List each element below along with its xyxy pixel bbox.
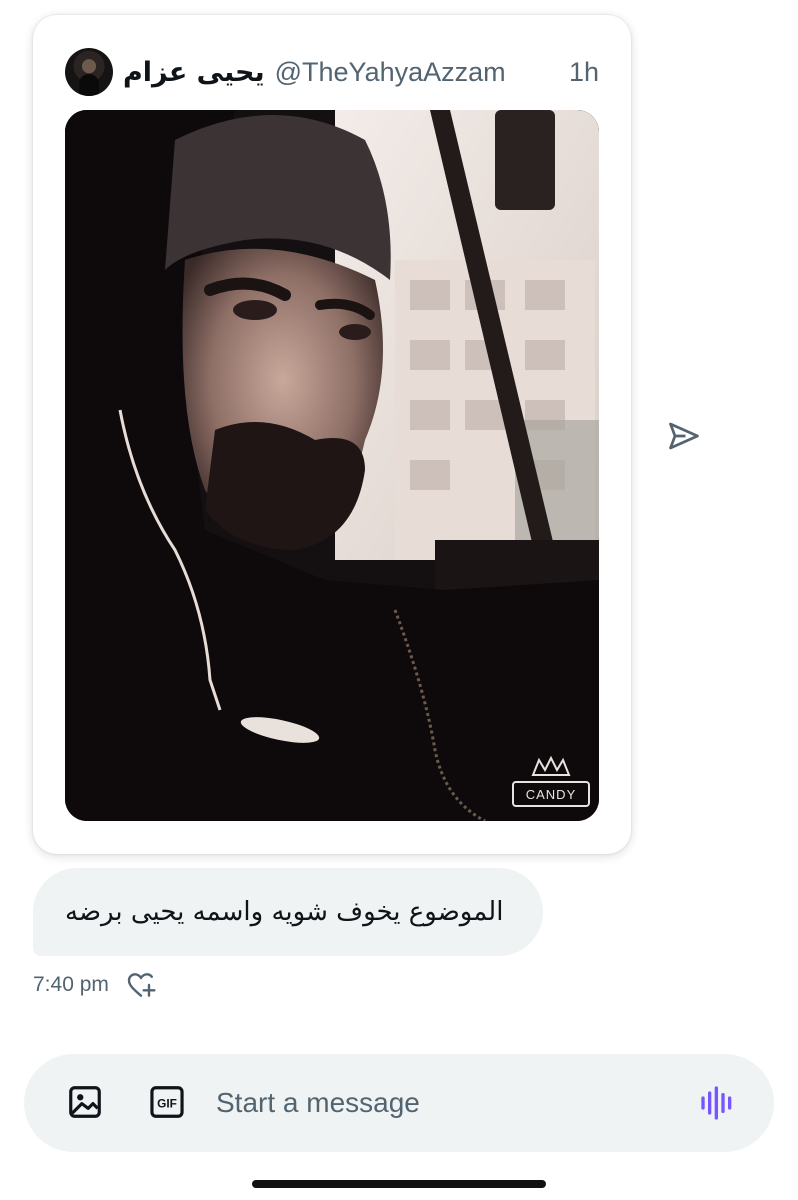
message-meta: 7:40 pm: [33, 968, 157, 1002]
message-composer: GIF: [24, 1054, 774, 1152]
author-handle[interactable]: @TheYahyaAzzam: [275, 57, 506, 88]
gif-label: GIF: [157, 1097, 177, 1111]
message-input[interactable]: [216, 1078, 676, 1128]
author-display-name[interactable]: يحيى عزام: [123, 57, 265, 88]
dm-conversation: يحيى عزام @TheYahyaAzzam 1h CANDY الموضو…: [0, 0, 798, 1200]
home-indicator: [252, 1180, 546, 1188]
heart-plus-icon[interactable]: [125, 969, 157, 1001]
message-time: 7:40 pm: [33, 973, 109, 996]
message-text: الموضوع يخوف شويه واسمه يحيى برضه: [65, 897, 504, 927]
author-avatar[interactable]: [65, 48, 113, 96]
message-bubble[interactable]: الموضوع يخوف شويه واسمه يحيى برضه: [33, 868, 543, 956]
tweet-header: يحيى عزام @TheYahyaAzzam 1h: [65, 47, 599, 97]
shared-tweet-card[interactable]: يحيى عزام @TheYahyaAzzam 1h CANDY: [33, 15, 631, 854]
share-arrow-icon[interactable]: [666, 418, 702, 454]
tweet-photo[interactable]: CANDY: [65, 110, 599, 821]
tweet-timestamp: 1h: [568, 56, 599, 87]
image-icon[interactable]: [66, 1083, 104, 1121]
voice-waveform-icon[interactable]: [698, 1083, 738, 1123]
watermark-text: CANDY: [526, 787, 577, 802]
gif-icon[interactable]: GIF: [148, 1083, 186, 1121]
